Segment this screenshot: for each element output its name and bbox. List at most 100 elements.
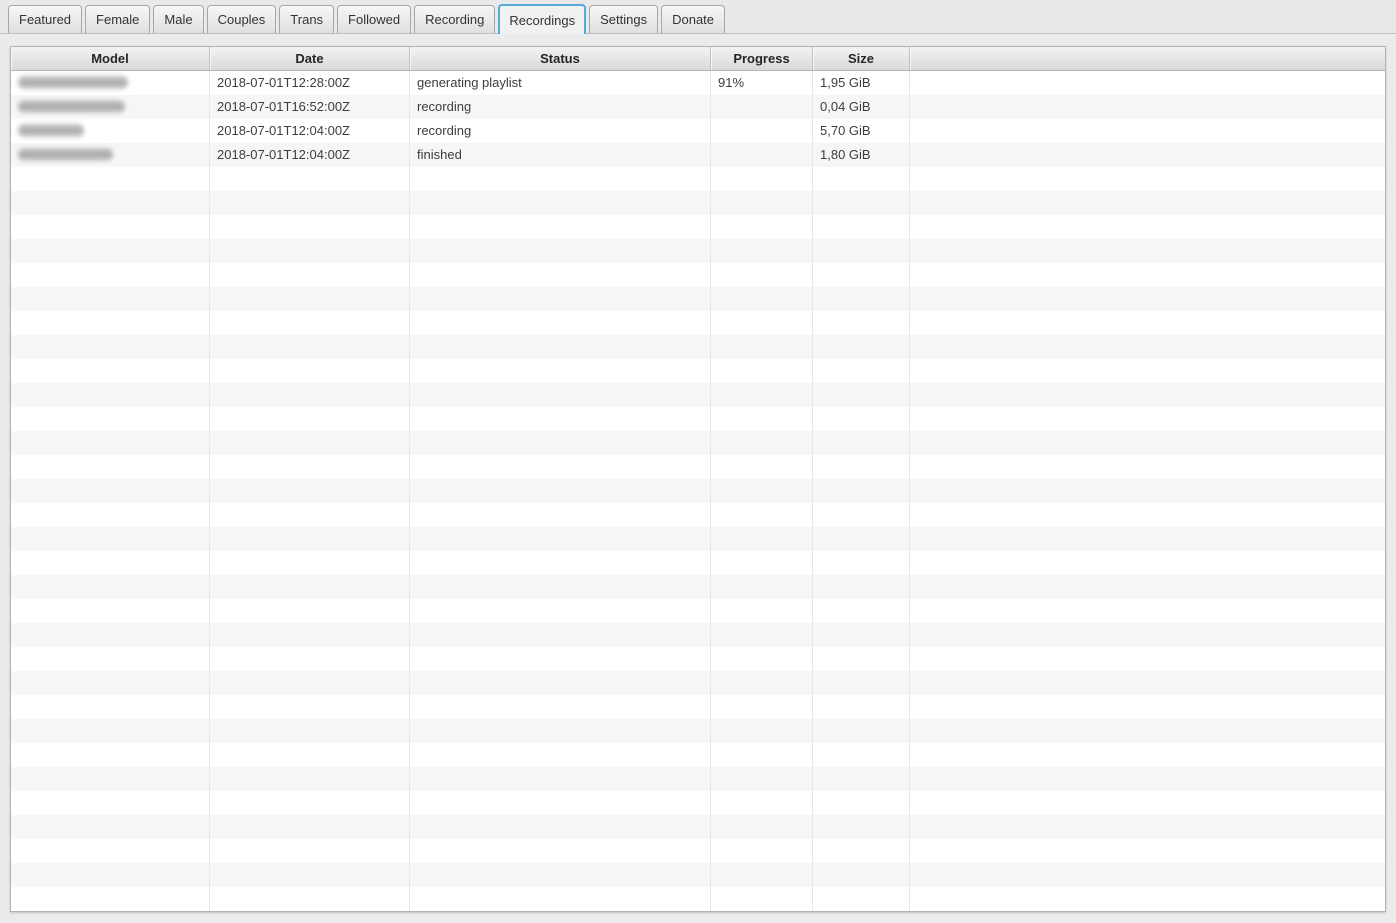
cell-progress	[711, 743, 813, 767]
column-header-model[interactable]: Model	[11, 47, 210, 70]
table-row-empty[interactable]	[11, 599, 1385, 623]
content-pane: ModelDateStatusProgressSize 2018-07-01T1…	[0, 34, 1396, 912]
table-row-empty[interactable]	[11, 263, 1385, 287]
tab-female[interactable]: Female	[85, 5, 150, 33]
cell-filler	[910, 815, 1385, 839]
column-header-size[interactable]: Size	[813, 47, 910, 70]
cell-date	[210, 623, 410, 647]
table-row-empty[interactable]	[11, 479, 1385, 503]
column-header-date[interactable]: Date	[210, 47, 410, 70]
table-row[interactable]: 2018-07-01T12:04:00Z recording 5,70 GiB	[11, 119, 1385, 143]
table-row-empty[interactable]	[11, 527, 1385, 551]
cell-size	[813, 791, 910, 815]
cell-status	[410, 815, 711, 839]
tab-settings[interactable]: Settings	[589, 5, 658, 33]
cell-date	[210, 215, 410, 239]
table-row[interactable]: 2018-07-01T12:04:00Z finished 1,80 GiB	[11, 143, 1385, 167]
cell-filler	[910, 239, 1385, 263]
table-row-empty[interactable]	[11, 407, 1385, 431]
cell-filler	[910, 623, 1385, 647]
table-row-empty[interactable]	[11, 359, 1385, 383]
cell-progress	[711, 815, 813, 839]
cell-progress	[711, 431, 813, 455]
table-row-empty[interactable]	[11, 623, 1385, 647]
cell-model	[11, 95, 210, 119]
table-row-empty[interactable]	[11, 791, 1385, 815]
cell-size	[813, 167, 910, 191]
table-row-empty[interactable]	[11, 431, 1385, 455]
tab-couples[interactable]: Couples	[207, 5, 277, 33]
table-row-empty[interactable]	[11, 311, 1385, 335]
cell-model	[11, 311, 210, 335]
cell-model	[11, 695, 210, 719]
cell-date	[210, 167, 410, 191]
cell-status	[410, 887, 711, 911]
table-row-empty[interactable]	[11, 287, 1385, 311]
table-row-empty[interactable]	[11, 215, 1385, 239]
cell-status	[410, 191, 711, 215]
table-row[interactable]: 2018-07-01T12:28:00Z generating playlist…	[11, 71, 1385, 95]
cell-filler	[910, 503, 1385, 527]
cell-date	[210, 719, 410, 743]
table-row-empty[interactable]	[11, 551, 1385, 575]
cell-model	[11, 143, 210, 167]
tab-male[interactable]: Male	[153, 5, 203, 33]
cell-size	[813, 311, 910, 335]
cell-filler	[910, 719, 1385, 743]
cell-model	[11, 383, 210, 407]
table-row-empty[interactable]	[11, 647, 1385, 671]
cell-size: 1,95 GiB	[813, 71, 910, 95]
cell-status	[410, 263, 711, 287]
cell-size	[813, 407, 910, 431]
cell-progress	[711, 287, 813, 311]
table-row-empty[interactable]	[11, 575, 1385, 599]
cell-model	[11, 863, 210, 887]
cell-model	[11, 791, 210, 815]
cell-filler	[910, 359, 1385, 383]
cell-size	[813, 191, 910, 215]
tab-featured[interactable]: Featured	[8, 5, 82, 33]
cell-date	[210, 479, 410, 503]
cell-size	[813, 431, 910, 455]
table-row-empty[interactable]	[11, 815, 1385, 839]
tab-recordings[interactable]: Recordings	[498, 4, 586, 34]
cell-date	[210, 647, 410, 671]
table-row-empty[interactable]	[11, 695, 1385, 719]
table-row-empty[interactable]	[11, 239, 1385, 263]
table-row-empty[interactable]	[11, 335, 1385, 359]
table-row-empty[interactable]	[11, 839, 1385, 863]
column-header-fill[interactable]	[910, 47, 1385, 70]
table-row-empty[interactable]	[11, 719, 1385, 743]
column-header-progress[interactable]: Progress	[711, 47, 813, 70]
cell-progress	[711, 719, 813, 743]
cell-date	[210, 815, 410, 839]
cell-filler	[910, 479, 1385, 503]
tab-trans[interactable]: Trans	[279, 5, 334, 33]
table-row-empty[interactable]	[11, 455, 1385, 479]
tab-followed[interactable]: Followed	[337, 5, 411, 33]
cell-date: 2018-07-01T16:52:00Z	[210, 95, 410, 119]
table-row-empty[interactable]	[11, 167, 1385, 191]
cell-filler	[910, 335, 1385, 359]
cell-status	[410, 551, 711, 575]
table-row[interactable]: 2018-07-01T16:52:00Z recording 0,04 GiB	[11, 95, 1385, 119]
tab-donate[interactable]: Donate	[661, 5, 725, 33]
table-row-empty[interactable]	[11, 767, 1385, 791]
cell-progress	[711, 335, 813, 359]
tab-recording[interactable]: Recording	[414, 5, 495, 33]
cell-model	[11, 71, 210, 95]
table-row-empty[interactable]	[11, 863, 1385, 887]
cell-date	[210, 335, 410, 359]
table-row-empty[interactable]	[11, 383, 1385, 407]
cell-date	[210, 527, 410, 551]
column-header-status[interactable]: Status	[410, 47, 711, 70]
table-row-empty[interactable]	[11, 191, 1385, 215]
cell-status: finished	[410, 143, 711, 167]
table-row-empty[interactable]	[11, 743, 1385, 767]
cell-filler	[910, 215, 1385, 239]
cell-date	[210, 743, 410, 767]
table-row-empty[interactable]	[11, 671, 1385, 695]
table-row-empty[interactable]	[11, 887, 1385, 911]
redacted-model-name	[18, 124, 84, 137]
table-row-empty[interactable]	[11, 503, 1385, 527]
